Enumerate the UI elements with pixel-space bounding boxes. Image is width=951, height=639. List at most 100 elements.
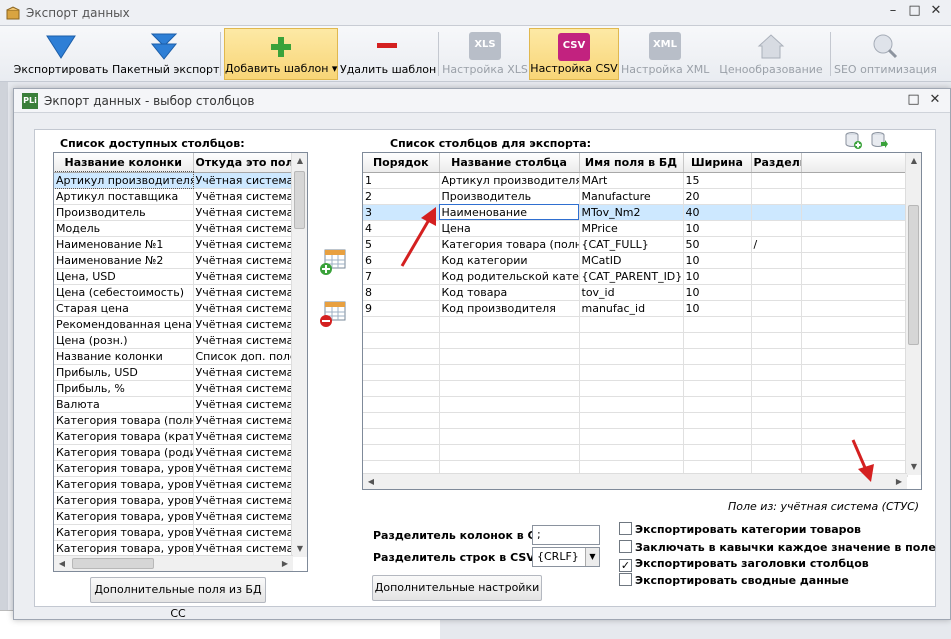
csv-settings-button[interactable]: CSV Настройка CSV [529, 28, 619, 80]
delete-template-button[interactable]: Удалить шаблон [340, 28, 436, 80]
table-cell[interactable]: Цена (себестоимость) [54, 284, 194, 301]
table-cell[interactable]: Учётная система [193, 252, 294, 269]
table-cell[interactable]: Manufacture [579, 188, 684, 205]
table-cell[interactable]: Учётная система [193, 204, 294, 221]
quote-values-checkbox[interactable]: Заключать в кавычки каждое значение в по… [619, 540, 936, 554]
table-cell[interactable]: Цена (розн.) [54, 332, 194, 349]
table-cell[interactable]: MArt [579, 172, 684, 189]
table-cell[interactable]: Категория товара, уровень [54, 492, 194, 509]
table-cell[interactable]: Учётная система [193, 220, 294, 237]
scroll-thumb[interactable] [72, 558, 154, 569]
table-cell[interactable]: Категория товара, уровень [54, 508, 194, 525]
table-row[interactable]: Категория товара, уровеньУчётная система [54, 492, 294, 509]
available-columns-hscroll[interactable]: ◀ ▶ [54, 555, 293, 571]
table-cell[interactable]: 10 [683, 300, 752, 317]
table-row[interactable]: 1 Артикул производителя MArt 15 [363, 172, 908, 189]
table-row[interactable]: 8 Код товара tov_id 10 [363, 284, 908, 301]
table-cell[interactable]: 20 [683, 188, 752, 205]
table-cell[interactable]: Артикул производителя [439, 172, 580, 189]
table-cell[interactable]: Код товара [439, 284, 580, 301]
table-row[interactable]: Прибыль, USD Учётная система [54, 364, 294, 381]
export-categories-checkbox[interactable]: Экспортировать категории товаров [619, 522, 861, 536]
table-row[interactable]: Категория товара, уровеньУчётная система [54, 508, 294, 525]
table-row[interactable]: 6 Код категории MCatID 10 [363, 252, 908, 269]
xls-settings-button[interactable]: XLS Настройка XLS [442, 28, 528, 80]
table-cell[interactable]: 7 [363, 268, 440, 285]
table-row[interactable]: Категория товара, уровеньУчётная система [54, 540, 294, 557]
table-cell[interactable] [751, 220, 802, 237]
table-row[interactable]: 5Категория товара (полная){CAT_FULL}50/ [363, 236, 908, 253]
export-columns-grid[interactable]: Порядок Название столбца Имя поля в БД Ш… [362, 152, 922, 490]
table-row[interactable]: Категория товара, уровеньУчётная система [54, 476, 294, 493]
table-cell[interactable]: tov_id [579, 284, 684, 301]
checkmark-icon[interactable]: ✓ [619, 559, 632, 572]
table-cell[interactable] [751, 204, 802, 221]
table-row[interactable]: Наименование №2 Учётная система [54, 252, 294, 269]
table-cell[interactable]: Категория товара, уровень [54, 460, 194, 477]
add-database-icon[interactable] [844, 131, 862, 149]
table-row[interactable]: 9 Код производителя manufac_id 10 [363, 300, 908, 317]
scroll-up-arrow-icon[interactable]: ▲ [292, 153, 307, 169]
table-cell[interactable]: Категория товара (краткая) [54, 428, 194, 445]
maximize-button[interactable]: □ [906, 3, 924, 18]
available-columns-grid[interactable]: Название колонки Откуда это пол Артикул … [53, 152, 308, 572]
table-cell[interactable]: Модель [54, 220, 194, 237]
table-cell[interactable]: Учётная система [193, 300, 294, 317]
close-button[interactable]: ✕ [927, 3, 945, 18]
table-cell[interactable]: Учётная система [193, 396, 294, 413]
table-cell[interactable]: 10 [683, 284, 752, 301]
table-row[interactable]: Категория товара, уровеньУчётная система [54, 524, 294, 541]
table-cell[interactable] [751, 252, 802, 269]
table-cell[interactable]: Валюта [54, 396, 194, 413]
table-cell[interactable]: 10 [683, 268, 752, 285]
table-cell[interactable] [751, 300, 802, 317]
table-cell[interactable] [751, 284, 802, 301]
column-header[interactable]: Раздели [751, 153, 802, 173]
table-cell[interactable]: Рекомендованная цена [54, 316, 194, 333]
table-cell[interactable]: Категория товара (родитель) [54, 444, 194, 461]
table-cell[interactable]: Категория товара, уровень [54, 476, 194, 493]
table-row[interactable]: Прибыль, % Учётная система [54, 380, 294, 397]
extra-db-fields-button[interactable]: Дополнительные поля из БД СС [90, 577, 266, 620]
table-cell[interactable]: Наименование №1 [54, 236, 194, 253]
row-separator-select[interactable]: {CRLF} ▼ [532, 547, 600, 567]
table-cell[interactable]: MTov_Nm2 [579, 204, 684, 221]
table-cell[interactable]: Название колонки [54, 348, 194, 365]
scroll-up-arrow-icon[interactable]: ▲ [906, 153, 921, 169]
checkbox-box[interactable] [619, 540, 632, 553]
table-cell[interactable]: Прибыль, % [54, 380, 194, 397]
add-column-icon[interactable] [318, 247, 348, 277]
table-row[interactable]: Категория товара (полная)Учётная система [54, 412, 294, 429]
table-cell[interactable]: Артикул поставщика [54, 188, 194, 205]
scroll-down-arrow-icon[interactable]: ▼ [906, 459, 921, 475]
table-cell[interactable]: 40 [683, 204, 752, 221]
export-columns-vscroll[interactable]: ▲ ▼ [905, 153, 921, 475]
table-row[interactable]: Рекомендованная цена Учётная система [54, 316, 294, 333]
add-template-button[interactable]: Добавить шаблон ▾ [224, 28, 338, 80]
table-cell[interactable]: 4 [363, 220, 440, 237]
table-cell[interactable]: Цена, USD [54, 268, 194, 285]
table-cell[interactable]: / [751, 236, 802, 253]
table-row[interactable]: Артикул производителя Учётная система [54, 171, 294, 189]
table-row[interactable]: Цена (себестоимость) Учётная система [54, 284, 294, 301]
table-cell[interactable]: Наименование №2 [54, 252, 194, 269]
table-cell[interactable]: Учётная система [193, 364, 294, 381]
scroll-thumb[interactable] [294, 171, 305, 229]
table-cell[interactable]: Учётная система [193, 428, 294, 445]
table-row[interactable]: Модель Учётная система [54, 220, 294, 237]
table-cell[interactable]: Учётная система [193, 268, 294, 285]
table-row[interactable]: 2 Производитель Manufacture 20 [363, 188, 908, 205]
column-header[interactable]: Ширина [683, 153, 752, 173]
export-columns-hscroll[interactable]: ◀ ▶ [363, 473, 907, 489]
table-cell[interactable] [751, 172, 802, 189]
table-cell[interactable]: 15 [683, 172, 752, 189]
table-row[interactable]: Категория товара, уровеньУчётная система [54, 460, 294, 477]
table-cell[interactable]: Учётная система [193, 508, 294, 525]
table-cell[interactable]: 8 [363, 284, 440, 301]
table-cell[interactable]: Производитель [54, 204, 194, 221]
table-cell[interactable]: manufac_id [579, 300, 684, 317]
batch-export-button[interactable]: Пакетный экспорт [112, 28, 219, 80]
table-cell[interactable]: Учётная система [193, 476, 294, 493]
table-cell[interactable]: Категория товара (полная) [54, 412, 194, 429]
table-cell[interactable]: Категория товара (полная) [439, 236, 580, 253]
